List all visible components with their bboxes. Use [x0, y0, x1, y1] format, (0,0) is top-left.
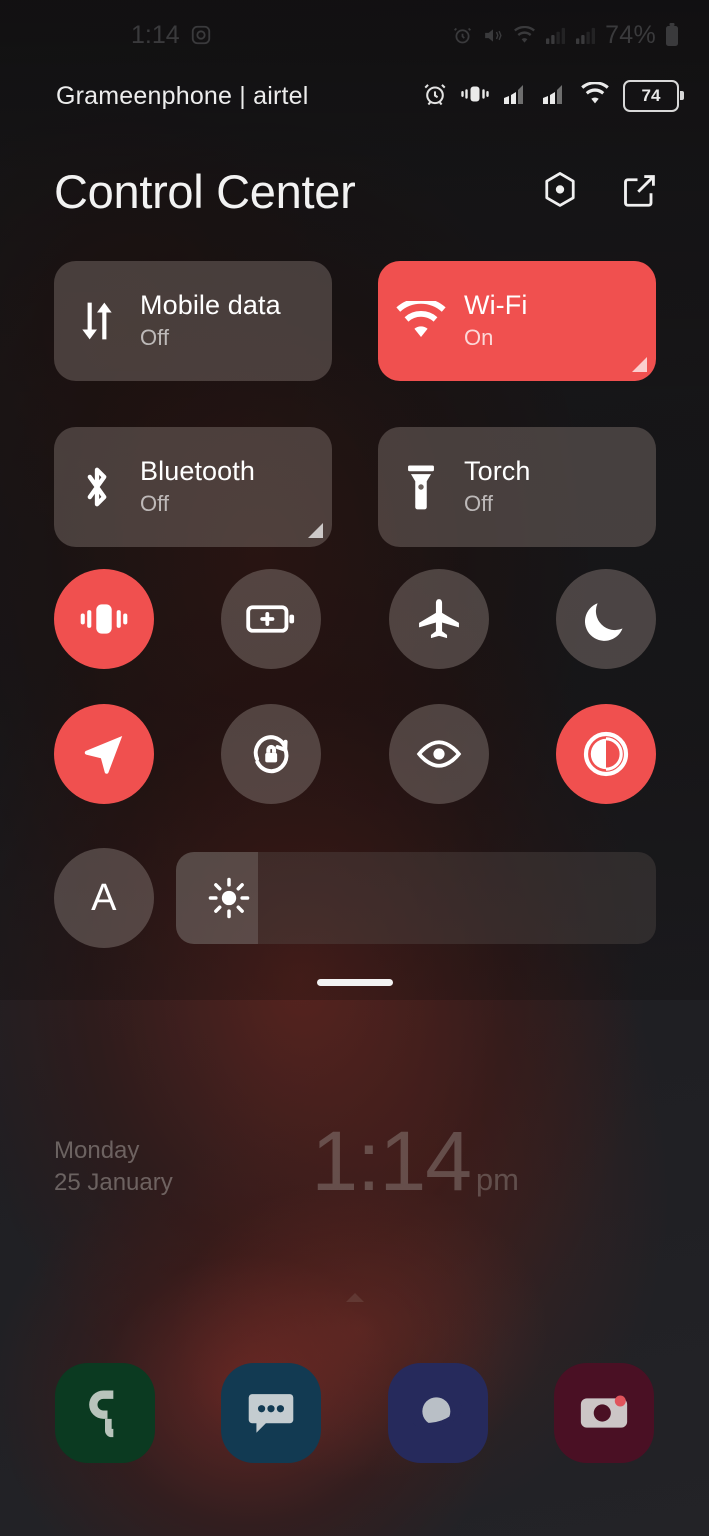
- toggle-location[interactable]: [54, 704, 154, 804]
- brightness-sun-icon: [208, 877, 250, 919]
- toggle-airplane-mode[interactable]: [388, 569, 489, 669]
- tile-expand-indicator[interactable]: [308, 523, 323, 538]
- tile-text: Mobile data Off: [140, 290, 281, 353]
- lockscreen-day: Monday: [54, 1137, 140, 1164]
- location-arrow-icon: [81, 731, 127, 777]
- edit-pencil-icon[interactable]: [621, 173, 657, 209]
- tile-wifi[interactable]: Wi-Fi On: [378, 261, 656, 381]
- contrast-circle-icon: [582, 730, 630, 778]
- toggle-dark-mode[interactable]: [555, 569, 656, 669]
- lockscreen-date: Monday 25 January: [54, 1135, 173, 1199]
- toggle-eye-comfort[interactable]: [388, 704, 489, 804]
- toggle-power-saving[interactable]: [221, 569, 322, 669]
- tile-mobile-data[interactable]: Mobile data Off: [54, 261, 332, 381]
- internet-globe-icon: [412, 1390, 463, 1436]
- messages-icon: [247, 1390, 295, 1436]
- signal-icon: [541, 82, 567, 111]
- signal-icon: [502, 82, 528, 111]
- tile-state: Off: [140, 324, 169, 350]
- brightness-row: A: [54, 848, 656, 948]
- control-center-header: Control Center: [0, 148, 709, 234]
- panel-drag-handle[interactable]: [316, 979, 393, 986]
- panel-status-icons: 74: [422, 80, 684, 112]
- battery-icon: 74: [623, 80, 684, 112]
- bluetooth-icon: [54, 464, 140, 510]
- dock-app-camera[interactable]: [553, 1363, 654, 1463]
- lockscreen-date-value: 25 January: [54, 1169, 173, 1197]
- tile-label: Torch: [464, 455, 531, 486]
- tile-expand-indicator[interactable]: [632, 357, 647, 372]
- system-status-left: 1:14: [131, 21, 212, 50]
- system-battery-percent: 74%: [605, 20, 656, 49]
- battery-icon: [665, 23, 679, 47]
- quick-toggle-row: [54, 569, 656, 804]
- wifi-icon: [513, 25, 536, 45]
- app-dock: [0, 1363, 709, 1463]
- tile-label: Bluetooth: [140, 455, 255, 486]
- alarm-icon: [422, 81, 448, 112]
- tile-state: Off: [140, 490, 169, 516]
- dock-app-internet[interactable]: [387, 1363, 488, 1463]
- hexagon-settings-icon[interactable]: [541, 171, 579, 211]
- mobile-data-arrows-icon: [54, 299, 140, 343]
- camera-icon: [580, 1393, 628, 1433]
- lockscreen-clock: 1:14 pm: [311, 1119, 519, 1203]
- moon-icon: [584, 597, 627, 641]
- phone-screen: 1:14 74% Grameenphone | airtel 74 Contro…: [0, 0, 709, 1536]
- toggle-vibrate-mode[interactable]: [54, 569, 154, 669]
- auto-brightness-label: A: [91, 876, 117, 919]
- system-status-bar: 1:14 74%: [0, 0, 709, 70]
- lockscreen-meridiem: pm: [475, 1162, 519, 1197]
- tile-text: Torch Off: [464, 456, 531, 519]
- tile-state: On: [464, 324, 494, 350]
- auto-brightness-button[interactable]: A: [54, 848, 154, 948]
- wifi-icon: [580, 81, 610, 111]
- header-actions: [541, 171, 657, 211]
- battery-level-label: 74: [641, 86, 661, 105]
- system-clock: 1:14: [131, 20, 180, 49]
- tile-label: Mobile data: [140, 289, 281, 320]
- tile-torch[interactable]: Torch Off: [378, 427, 656, 547]
- vibrate-icon: [80, 598, 128, 640]
- alarm-icon: [452, 25, 473, 46]
- signal-icon: [545, 26, 566, 45]
- toggle-color-invert[interactable]: [555, 704, 656, 804]
- tile-text: Bluetooth Off: [140, 456, 255, 519]
- tile-state: Off: [464, 490, 493, 516]
- signal-icon: [575, 26, 596, 45]
- lockscreen-time: 1:14: [311, 1114, 471, 1208]
- quick-setting-tiles: Mobile data Off Wi-Fi On Bluetooth Off T…: [54, 261, 656, 547]
- eye-icon: [414, 737, 464, 771]
- carrier-label: Grameenphone | airtel: [56, 81, 309, 110]
- vibrate-icon: [461, 82, 489, 111]
- phone-icon: [83, 1388, 127, 1438]
- rotation-lock-icon: [248, 731, 294, 777]
- brightness-slider[interactable]: [176, 852, 656, 944]
- dock-app-phone[interactable]: [55, 1363, 156, 1463]
- tile-text: Wi-Fi On: [464, 290, 527, 353]
- dock-app-messages[interactable]: [221, 1363, 322, 1463]
- torch-flashlight-icon: [378, 464, 464, 510]
- wifi-icon: [378, 301, 464, 341]
- battery-plus-icon: [246, 602, 296, 636]
- swipe-up-indicator: [345, 1293, 364, 1302]
- airplane-icon: [416, 596, 462, 642]
- page-title: Control Center: [54, 164, 356, 218]
- tile-label: Wi-Fi: [464, 289, 528, 320]
- tile-bluetooth[interactable]: Bluetooth Off: [54, 427, 332, 547]
- mute-vibrate-icon: [482, 25, 504, 46]
- instagram-icon: [190, 24, 212, 46]
- toggle-auto-rotate[interactable]: [221, 704, 322, 804]
- system-status-right: 74%: [452, 21, 679, 50]
- panel-status-bar: Grameenphone | airtel 74: [0, 72, 709, 120]
